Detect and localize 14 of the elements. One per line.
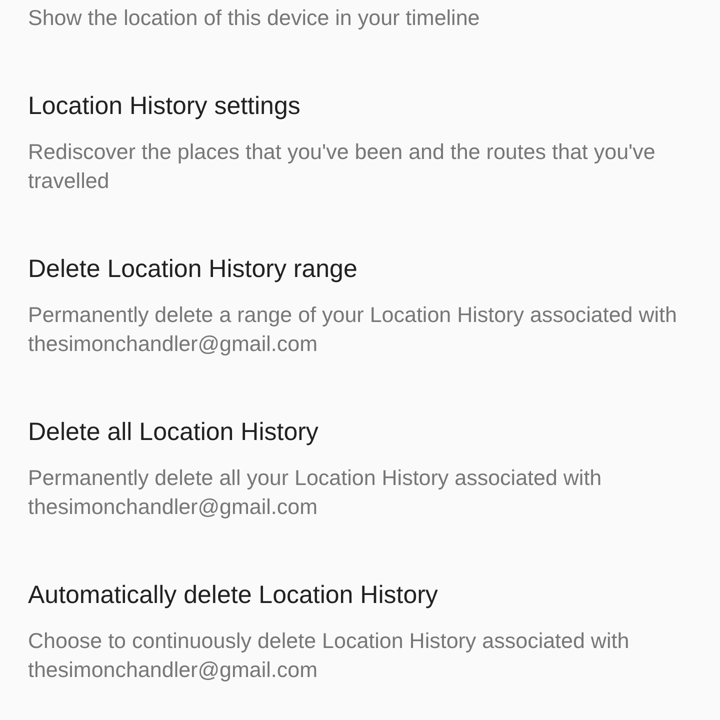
setting-description: Permanently delete a range of your Location History associated with thesimonchandler@gmail.com bbox=[28, 302, 678, 358]
settings-item[interactable]: Delete all Location History Permanently delete all your Location History associated with thesimonchandler@gmail.com bbox=[28, 417, 696, 522]
setting-description: Permanently delete all your Location History associated with thesimonchandler@gmail.com bbox=[28, 465, 603, 521]
settings-item[interactable]: Show the location of this device in your timeline bbox=[28, 4, 696, 33]
setting-title: Delete all Location History bbox=[28, 417, 320, 447]
settings-item[interactable]: Delete Location History range Permanently delete a range of your Location History associated with thesimonchandler@gmail.com bbox=[28, 254, 696, 359]
settings-item[interactable]: Automatically delete Location History Choose to continuously delete Location History associated with thesimonchandler@gmail.com bbox=[28, 580, 696, 685]
settings-item[interactable]: Location History settings Rediscover the places that you've been and the routes that you've travelled bbox=[28, 91, 696, 196]
setting-description: Choose to continuously delete Location History associated with thesimonchandler@gmail.com bbox=[28, 628, 630, 684]
setting-title: Automatically delete Location History bbox=[28, 580, 439, 610]
setting-description: Show the location of this device in your timeline bbox=[28, 5, 481, 32]
setting-description: Rediscover the places that you've been and the routes that you've travelled bbox=[28, 139, 656, 195]
setting-title: Location History settings bbox=[28, 91, 302, 121]
setting-title: Delete Location History range bbox=[28, 254, 358, 284]
